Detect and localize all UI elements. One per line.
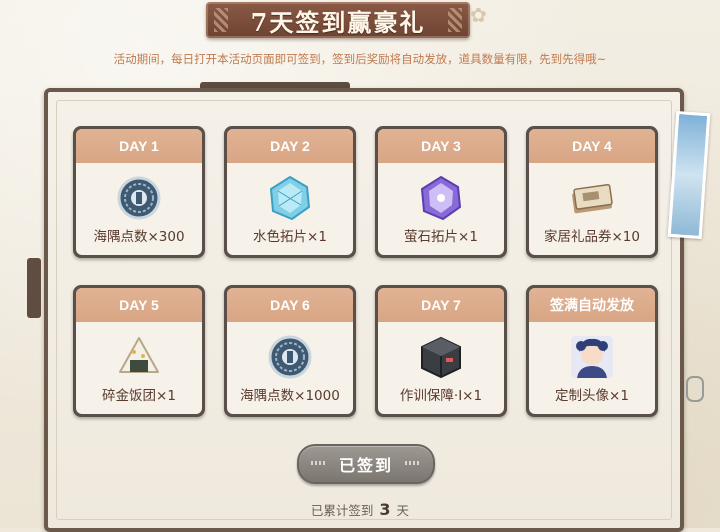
card-body: DAY 2 水色拓片×1: [227, 129, 353, 255]
card-reward-item: 碎金饭团×1: [102, 388, 176, 404]
reward-card-day-4[interactable]: DAY 4 家居礼品券×10: [526, 126, 658, 258]
card-body: DAY 5 碎金饭团×1: [76, 288, 202, 414]
coin-icon: [268, 335, 312, 379]
voucher-icon: [572, 183, 613, 214]
card-reward-item: 海隅点数×300: [93, 229, 185, 245]
card-day-label: DAY 1: [76, 129, 202, 163]
avatar-icon: [571, 336, 613, 378]
card-day-label: DAY 4: [529, 129, 655, 163]
card-body: DAY 4 家居礼品券×10: [529, 129, 655, 255]
page-title: 7天签到赢豪礼: [250, 7, 426, 37]
card-body: DAY 6 海隅点数×1000: [227, 288, 353, 414]
card-body: 签满自动发放 定制头像×1: [529, 288, 655, 414]
reward-card-day-6[interactable]: DAY 6 海隅点数×1000: [224, 285, 356, 417]
card-body: DAY 3 萤石拓片×1: [378, 129, 504, 255]
title-banner: 7天签到赢豪礼: [206, 2, 470, 38]
card-day-label: DAY 3: [378, 129, 504, 163]
card-reward-item: 萤石拓片×1: [404, 229, 478, 245]
card-day-label: DAY 2: [227, 129, 353, 163]
reward-card-day-1[interactable]: DAY 1 海隅点数×300: [73, 126, 205, 258]
event-description: 活动期间，每日打开本活动页面即可签到，签到后奖励将自动发放，道具数量有限，先到先…: [113, 52, 607, 66]
card-body: DAY 1 海隅点数×300: [76, 129, 202, 255]
blue-crystal-icon: [269, 175, 311, 221]
card-body: DAY 7 作训保障·Ⅰ×1: [378, 288, 504, 414]
supply-box-icon: [421, 336, 461, 379]
reward-card-bonus[interactable]: 签满自动发放 定制头像×1: [526, 285, 658, 417]
notebook-strap: [27, 258, 41, 318]
reward-card-day-2[interactable]: DAY 2 水色拓片×1: [224, 126, 356, 258]
counter-value: 3: [379, 500, 391, 519]
rice-ball-icon: [119, 337, 159, 373]
card-reward-item: 定制头像×1: [555, 388, 629, 404]
card-reward-item: 家居礼品券×10: [544, 229, 640, 245]
card-day-label: 签满自动发放: [529, 288, 655, 322]
sign-in-counter: 已累计签到 3 天: [0, 500, 720, 519]
coin-icon: [117, 176, 161, 220]
reward-card-day-5[interactable]: DAY 5 碎金饭团×1: [73, 285, 205, 417]
purple-crystal-icon: [420, 175, 462, 221]
card-day-label: DAY 7: [378, 288, 504, 322]
card-reward-item: 作训保障·Ⅰ×1: [399, 388, 483, 404]
counter-suffix: 天: [396, 503, 410, 518]
flower-decoration-icon: ✿: [470, 3, 487, 27]
card-reward-item: 海隅点数×1000: [240, 388, 340, 404]
counter-prefix: 已累计签到: [310, 503, 374, 518]
reward-card-day-7[interactable]: DAY 7 作训保障·Ⅰ×1: [375, 285, 507, 417]
reward-card-day-3[interactable]: DAY 3 萤石拓片×1: [375, 126, 507, 258]
card-day-label: DAY 6: [227, 288, 353, 322]
card-day-label: DAY 5: [76, 288, 202, 322]
card-reward-item: 水色拓片×1: [253, 229, 327, 245]
signed-in-button[interactable]: 已签到: [297, 444, 435, 484]
paperclip-icon: [686, 376, 704, 402]
